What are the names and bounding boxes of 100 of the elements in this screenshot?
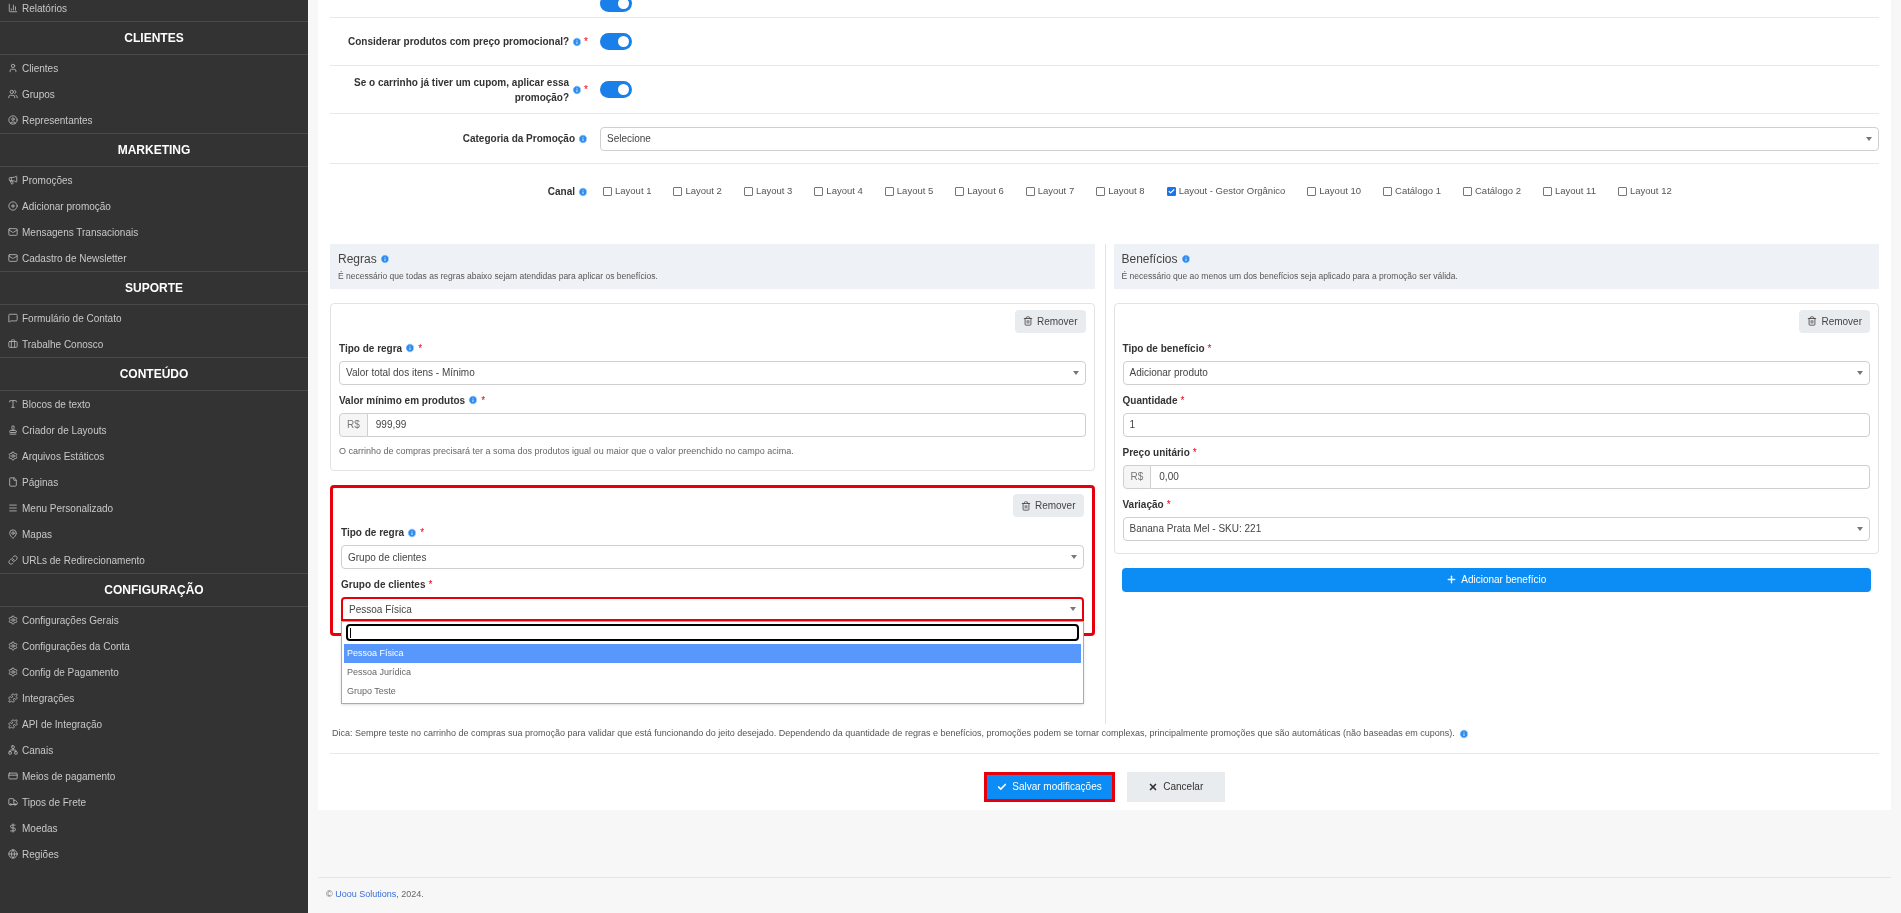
sidebar-item[interactable]: URLs de Redirecionamento [0,547,308,573]
sidebar-item[interactable]: Mapas [0,521,308,547]
select-field[interactable]: Grupo de clientes [341,545,1084,570]
field-label: Valor mínimo em produtos [339,393,466,408]
sidebar-item[interactable]: Cadastro de Newsletter [0,245,308,271]
input-field[interactable]: 999,99 [367,412,1086,437]
select-field[interactable]: Banana Prata Mel - SKU: 221 [1122,516,1870,541]
globe-icon [8,849,18,859]
sidebar-item[interactable]: Blocos de texto [0,391,308,417]
channel-checkbox[interactable]: Catálogo 1 [1383,184,1441,199]
channel-checkbox[interactable]: Layout 7 [1025,184,1075,199]
input-field[interactable]: 1 [1122,412,1870,437]
channel-checkbox[interactable]: Layout 12 [1617,184,1672,199]
checkbox-icon [1463,187,1472,196]
sidebar-item[interactable]: Tipos de Frete [0,789,308,815]
remove-button[interactable]: Remover [1014,309,1086,333]
sidebar-item[interactable]: Meios de pagamento [0,763,308,789]
sidebar-item[interactable]: Promoções [0,167,308,193]
settings-icon [8,451,18,461]
required-mark: * [418,341,423,356]
sidebar-item[interactable]: Mensagens Transacionais [0,219,308,245]
field-label: Preço unitário [1122,445,1190,460]
toggle-switch[interactable] [600,33,632,50]
channel-checkbox[interactable]: Layout 3 [743,184,793,199]
help-text: O carrinho de compras precisará ter a soma dos produtos igual ou maior que o valor preenchido no campo acima. [339,444,795,458]
sidebar-item[interactable]: Moedas [0,815,308,841]
channel-checkbox[interactable]: Layout 5 [884,184,934,199]
caret-icon [1072,370,1079,375]
select-field[interactable]: Pessoa Física [341,597,1084,622]
field-label: Grupo de clientes [341,578,426,593]
sidebar-item[interactable]: API de Integração [0,711,308,737]
input-field[interactable]: 0,00 [1151,464,1870,489]
required-mark: * [1207,341,1212,356]
checkbox-icon [1542,187,1552,196]
sidebar-item[interactable]: Menu Personalizado [0,495,308,521]
sidebar-item[interactable]: Configurações da Conta [0,633,308,659]
settings-icon [8,641,18,651]
letter-icon [8,399,18,409]
briefcase-icon [8,339,18,349]
channel-checkbox[interactable]: Layout 1 [603,184,652,199]
sidebar-item[interactable]: Formulário de Contato [0,305,308,331]
cancel-button[interactable]: Cancelar [1126,771,1225,802]
users-icon [8,89,18,99]
info-icon [1180,254,1191,264]
sidebar-item[interactable]: Configurações Gerais [0,607,308,633]
menu-icon [8,503,18,513]
checkbox-icon [1383,187,1393,196]
settings-icon [8,667,18,677]
trash-icon [1020,500,1031,511]
field-label: Tipo de regra [341,526,405,541]
required-mark: * [584,83,588,97]
remove-button[interactable]: Remover [1012,494,1084,518]
dropdown-option[interactable]: Pessoa Jurídica [344,663,1081,683]
checkbox-icon [673,187,683,196]
sidebar-section-title: CONFIGURAÇÃO [0,573,308,607]
info-icon [379,254,390,264]
caret-icon [1070,555,1077,560]
remove-button[interactable]: Remover [1799,309,1870,333]
field-label: Canal [547,185,575,199]
caret-icon [1069,607,1076,612]
channel-checkbox[interactable]: Layout 11 [1542,184,1596,199]
sidebar-section-title: MARKETING [0,133,308,167]
puzzle-icon [8,693,18,703]
sidebar-item[interactable]: Canais [0,737,308,763]
caret-icon [1857,526,1863,531]
toggle-switch[interactable] [600,0,632,12]
required-mark: * [1180,393,1185,408]
sidebar-item[interactable]: Regiões [0,841,308,867]
copyright-text: © Uoou Solutions, 2024. [326,888,425,901]
sidebar-item[interactable]: Trabalhe Conosco [0,331,308,357]
sidebar-item[interactable]: Criador de Layouts [0,417,308,443]
channel-checkbox[interactable]: Layout 10 [1307,184,1362,199]
channel-checkbox[interactable]: Layout 6 [955,184,1004,199]
channel-checkbox[interactable]: Layout 8 [1096,184,1145,199]
caret-icon [1866,136,1872,141]
sidebar-item[interactable]: Config de Pagamento [0,659,308,685]
select-field[interactable]: Adicionar produto [1122,360,1870,385]
channel-checkbox[interactable]: Catálogo 2 [1463,184,1521,199]
channel-checkbox[interactable]: Layout - Gestor Orgânico [1166,184,1286,199]
search-field[interactable] [346,624,1079,642]
select-field[interactable]: Valor total dos itens - Mínimo [339,360,1086,385]
sidebar-item[interactable]: Arquivos Estáticos [0,443,308,469]
select-field[interactable]: Selecione [600,126,1879,151]
dropdown-option[interactable]: Grupo Teste [344,682,1081,702]
toggle-switch[interactable] [600,81,632,98]
required-mark: * [1192,445,1197,460]
currency-addon: R$ [339,412,368,437]
sidebar-item[interactable]: Páginas [0,469,308,495]
sidebar-item[interactable]: Grupos [0,81,308,107]
sidebar-item[interactable]: Integrações [0,685,308,711]
sidebar-section-title: CLIENTES [0,21,308,55]
sidebar-item[interactable]: Clientes [0,55,308,81]
sidebar-item[interactable]: Adicionar promoção [0,193,308,219]
currency-addon: R$ [1122,464,1152,489]
channel-checkbox[interactable]: Layout 2 [673,184,722,199]
required-mark: * [584,35,588,49]
channel-checkbox[interactable]: Layout 4 [814,184,863,199]
sidebar-item[interactable]: Relatórios [0,0,308,21]
info-icon [578,133,588,144]
sidebar-item[interactable]: Representantes [0,107,308,133]
